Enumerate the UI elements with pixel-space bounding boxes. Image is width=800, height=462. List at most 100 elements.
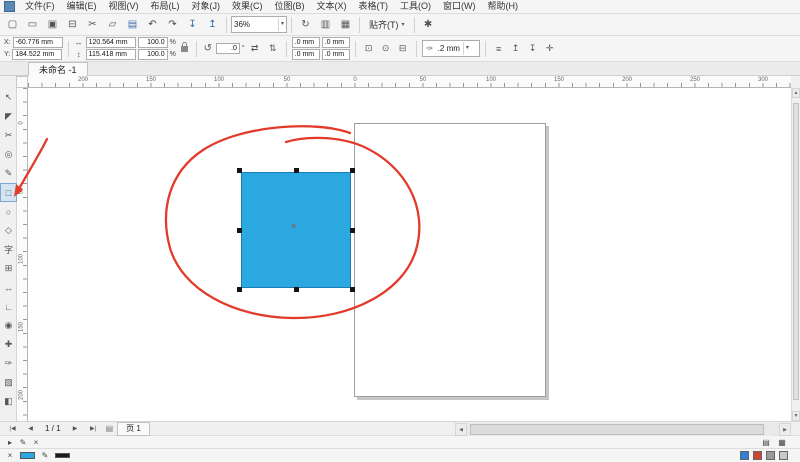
selection-handle[interactable] <box>350 168 355 173</box>
copy-button[interactable]: ▱ <box>103 15 122 34</box>
cut-button[interactable]: ✂ <box>83 15 102 34</box>
status-play-icon[interactable]: ▸ <box>4 438 16 447</box>
chamfered-corner-button[interactable]: ⊟ <box>395 41 411 57</box>
scroll-left-icon[interactable]: ◀ <box>455 423 467 436</box>
tool-interactive-fill[interactable]: ◧ <box>0 392 17 411</box>
new-document-button[interactable]: ▢ <box>3 15 22 34</box>
convert-to-curves-button[interactable]: ✛ <box>542 41 558 57</box>
object-height-field[interactable]: 115.418 mm <box>85 49 136 60</box>
last-page-button[interactable]: ▶| <box>85 422 102 436</box>
menu-view[interactable]: 视图(V) <box>103 0 145 13</box>
tool-eyedropper[interactable]: ✚ <box>0 335 17 354</box>
corner-radius-br-field[interactable]: .0 mm <box>321 49 350 60</box>
scalloped-corner-button[interactable]: ⊙ <box>378 41 394 57</box>
scale-x-field[interactable]: 100.0 <box>137 37 168 48</box>
status-panel-icon[interactable]: ▤ <box>760 438 772 447</box>
menu-text[interactable]: 文本(X) <box>311 0 353 13</box>
menu-edit[interactable]: 编辑(E) <box>61 0 103 13</box>
status-close-icon[interactable]: × <box>30 438 42 447</box>
to-front-button[interactable]: ↥ <box>508 41 524 57</box>
export-button[interactable]: ↥ <box>203 15 222 34</box>
mirror-horizontal-button[interactable]: ⇄ <box>247 41 263 57</box>
corner-radius-tr-field[interactable]: .0 mm <box>321 37 350 48</box>
status-grid-icon[interactable]: ▦ <box>776 438 788 447</box>
horizontal-scrollbar[interactable]: ◀ ▶ <box>455 423 791 436</box>
tool-freehand[interactable]: ✎ <box>0 164 17 183</box>
tool-table[interactable]: ⊞ <box>0 259 17 278</box>
corner-radius-tl-field[interactable]: .0 mm <box>291 37 320 48</box>
vertical-scrollbar[interactable]: ▲ ▼ <box>791 88 800 421</box>
tool-ellipse[interactable]: ○ <box>0 202 17 221</box>
tool-fill[interactable]: ▨ <box>0 373 17 392</box>
fill-color-swatch[interactable] <box>20 452 35 459</box>
show-grid-button[interactable]: ▦ <box>336 15 355 34</box>
tool-rectangle[interactable]: □ <box>0 183 17 202</box>
refresh-button[interactable]: ↻ <box>296 15 315 34</box>
menu-object[interactable]: 对象(J) <box>186 0 227 13</box>
tool-connector[interactable]: ∟ <box>0 297 17 316</box>
vscroll-thumb[interactable] <box>793 103 799 400</box>
drawing-canvas[interactable]: × <box>28 88 791 421</box>
object-width-field[interactable]: 120.564 mm <box>85 37 136 48</box>
selection-handle[interactable] <box>237 228 242 233</box>
ruler-origin-box[interactable] <box>16 76 28 88</box>
chip-red[interactable] <box>753 451 762 460</box>
tool-dimension[interactable]: ↔ <box>0 278 17 297</box>
menu-bitmaps[interactable]: 位图(B) <box>269 0 311 13</box>
paste-button[interactable]: ▤ <box>123 15 142 34</box>
menu-window[interactable]: 窗口(W) <box>437 0 482 13</box>
y-position-field[interactable]: 184.522 mm <box>12 49 63 60</box>
tool-polygon[interactable]: ◇ <box>0 221 17 240</box>
wrap-text-button[interactable]: ≡ <box>491 41 507 57</box>
save-button[interactable]: ▣ <box>43 15 62 34</box>
selection-handle[interactable] <box>237 168 242 173</box>
selection-handle[interactable] <box>294 287 299 292</box>
rotation-angle-field[interactable]: .0 <box>215 43 240 54</box>
tool-crop[interactable]: ✂ <box>0 126 17 145</box>
corner-radius-bl-field[interactable]: .0 mm <box>291 49 320 60</box>
tool-outline-pen[interactable]: ✑ <box>0 354 17 373</box>
status-pen-icon[interactable]: ✎ <box>17 438 29 447</box>
tool-zoom[interactable]: ◎ <box>0 145 17 164</box>
mirror-vertical-button[interactable]: ⇅ <box>265 41 281 57</box>
scroll-down-icon[interactable]: ▼ <box>792 411 800 421</box>
round-corner-button[interactable]: ⊡ <box>361 41 377 57</box>
undo-button[interactable]: ↶ <box>143 15 162 34</box>
menu-layout[interactable]: 布局(L) <box>145 0 186 13</box>
next-page-button[interactable]: ▶ <box>67 422 84 436</box>
selection-handle[interactable] <box>237 287 242 292</box>
show-rulers-button[interactable]: ▥ <box>316 15 335 34</box>
outline-color-swatch[interactable] <box>55 453 70 458</box>
vertical-ruler[interactable]: 0 50 100 150 200 <box>16 88 28 421</box>
selected-rectangle-object[interactable]: × <box>237 168 355 292</box>
first-page-button[interactable]: |◀ <box>4 422 21 436</box>
to-back-button[interactable]: ↧ <box>525 41 541 57</box>
tool-shape[interactable]: ◤ <box>0 107 17 126</box>
hscroll-track[interactable] <box>467 423 779 436</box>
selection-handle[interactable] <box>350 287 355 292</box>
tool-pick[interactable]: ↖ <box>0 88 17 107</box>
import-button[interactable]: ↧ <box>183 15 202 34</box>
menu-table[interactable]: 表格(T) <box>353 0 395 13</box>
scale-y-field[interactable]: 100.0 <box>137 49 168 60</box>
selection-handle[interactable] <box>350 228 355 233</box>
scroll-up-icon[interactable]: ▲ <box>792 88 800 98</box>
no-fill-icon[interactable]: × <box>4 451 16 460</box>
snap-to-control[interactable]: 贴齐(T) ▾ <box>364 17 410 33</box>
page-tab[interactable]: 页 1 <box>117 421 150 436</box>
tool-text[interactable]: 字 <box>0 240 17 259</box>
redo-button[interactable]: ↷ <box>163 15 182 34</box>
menu-file[interactable]: 文件(F) <box>19 0 61 13</box>
tool-blend[interactable]: ◉ <box>0 316 17 335</box>
x-position-field[interactable]: -60.776 mm <box>12 37 63 48</box>
hscroll-thumb[interactable] <box>470 424 764 435</box>
chip-grey[interactable] <box>766 451 775 460</box>
chip-blue[interactable] <box>740 451 749 460</box>
options-button[interactable]: ✱ <box>419 15 438 34</box>
vscroll-track[interactable] <box>792 98 800 411</box>
menu-effects[interactable]: 效果(C) <box>226 0 269 13</box>
scroll-right-icon[interactable]: ▶ <box>779 423 791 436</box>
horizontal-ruler[interactable]: 200 150 100 50 0 50 100 150 200 250 300 <box>28 76 791 88</box>
outline-width-combo[interactable]: ✑ .2 mm ▾ <box>421 40 480 57</box>
menu-help[interactable]: 帮助(H) <box>482 0 525 13</box>
